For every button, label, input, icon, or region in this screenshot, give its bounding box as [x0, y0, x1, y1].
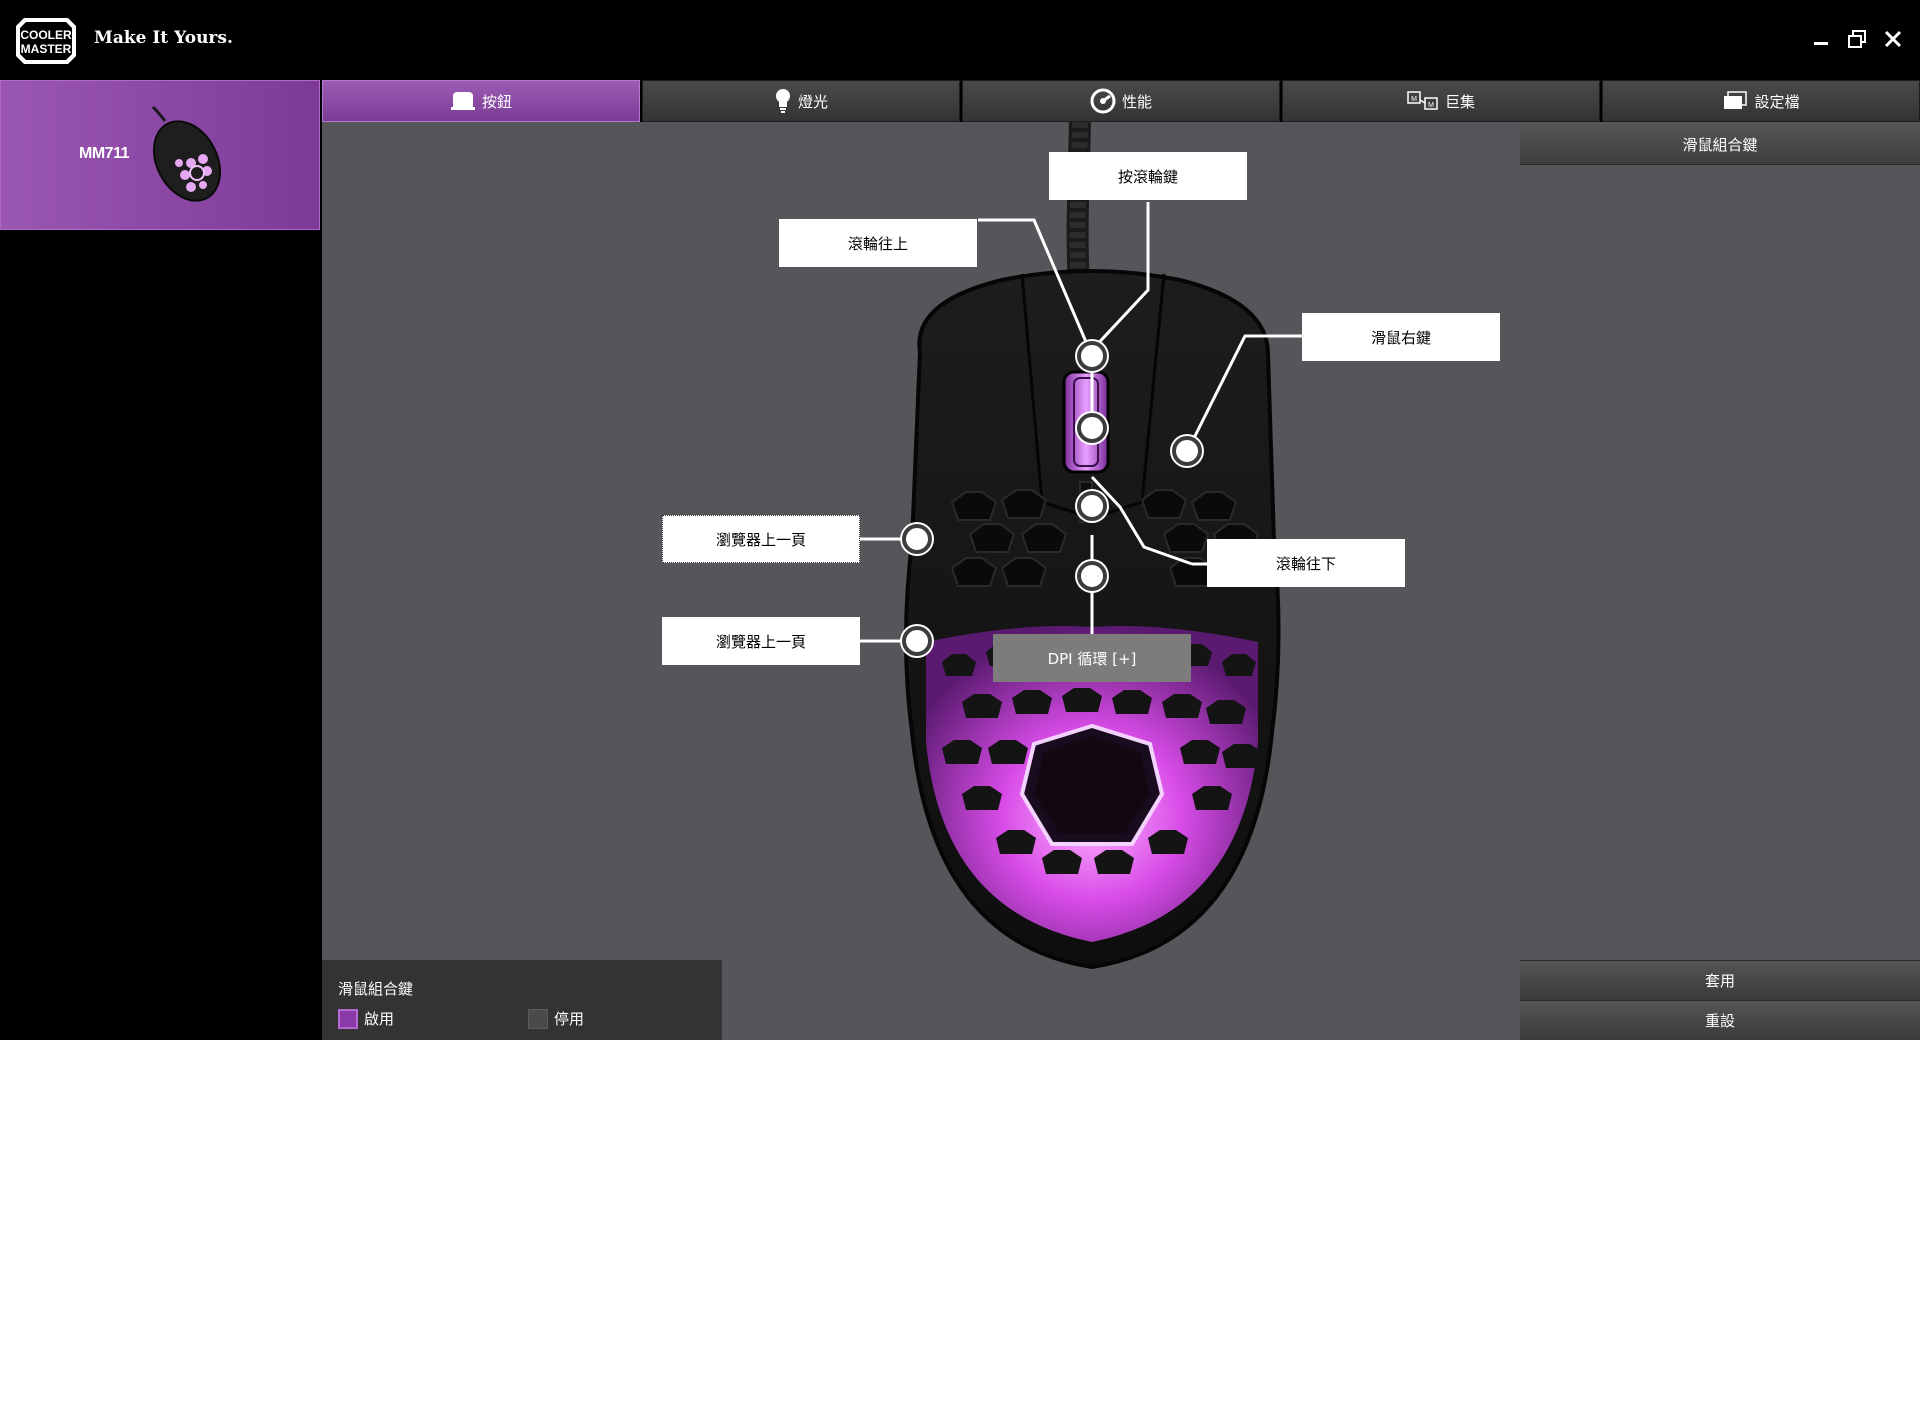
tab-profile[interactable]: 設定檔: [1602, 80, 1920, 122]
slogan: Make It Yours.: [94, 28, 233, 48]
tab-label: 設定檔: [1754, 92, 1800, 111]
enable-checkbox[interactable]: [338, 1008, 358, 1029]
macro-icon: M M: [1407, 91, 1438, 110]
tab-buttons[interactable]: 按鈕: [322, 80, 640, 122]
mouse-thumbnail: [141, 101, 231, 211]
cooler-master-logo: COOLER MASTER: [14, 16, 78, 66]
device-sidebar: MM711: [0, 80, 320, 1040]
svg-text:MASTER: MASTER: [21, 42, 72, 56]
svg-text:COOLER: COOLER: [20, 28, 72, 42]
browser-back-callout-1[interactable]: 瀏覽器上一頁: [662, 515, 860, 563]
enable-label: 啟用: [364, 1010, 395, 1028]
wheel-down-callout[interactable]: 滾輪往下: [1207, 539, 1405, 587]
title-bar: COOLER MASTER Make It Yours.: [0, 0, 1920, 80]
right-button-callout[interactable]: 滑鼠右鍵: [1302, 313, 1500, 361]
browser-back-callout-2[interactable]: 瀏覽器上一頁: [662, 617, 860, 665]
right-button-hotspot[interactable]: [1172, 436, 1202, 466]
performance-icon: [1090, 88, 1116, 114]
wheel-up-callout[interactable]: 滾輪往上: [779, 219, 977, 267]
app-window: COOLER MASTER Make It Yours. MM711 按鈕 燈光…: [0, 0, 1920, 1040]
tab-lighting[interactable]: 燈光: [642, 80, 960, 122]
apply-button[interactable]: 套用: [1520, 960, 1920, 1000]
tab-label: 性能: [1121, 92, 1152, 111]
lightbulb-icon: [775, 89, 790, 113]
minimize-icon[interactable]: [1810, 28, 1832, 50]
profile-icon: [1724, 91, 1748, 109]
disable-label: 停用: [554, 1010, 585, 1028]
tab-label: 燈光: [797, 92, 828, 111]
close-icon[interactable]: [1882, 28, 1904, 50]
tab-performance[interactable]: 性能: [962, 80, 1280, 122]
tab-label: 按鈕: [481, 92, 512, 111]
wheel-up-hotspot[interactable]: [1077, 341, 1107, 371]
disable-checkbox[interactable]: [528, 1008, 548, 1029]
tab-bar: 按鈕 燈光 性能 M M 巨集 設定檔: [322, 80, 1920, 122]
mouse-combo-header[interactable]: 滑鼠組合鍵: [1520, 125, 1920, 165]
right-panel: 滑鼠組合鍵 套用 重設: [1520, 122, 1920, 1040]
dpi-cycle-hotspot[interactable]: [1077, 561, 1107, 591]
mouse-button-icon: [450, 92, 475, 110]
disable-option[interactable]: 停用: [528, 1008, 584, 1029]
wheel-click-callout[interactable]: 按滾輪鍵: [1049, 152, 1247, 200]
svg-text:M: M: [1411, 96, 1417, 103]
combo-toggle-title: 滑鼠組合鍵: [338, 980, 414, 998]
device-card-mm711[interactable]: MM711: [0, 80, 320, 230]
reset-button[interactable]: 重設: [1520, 1000, 1920, 1040]
wheel-down-hotspot[interactable]: [1077, 491, 1107, 521]
svg-text:M: M: [1428, 102, 1434, 109]
tab-macro[interactable]: M M 巨集: [1282, 80, 1600, 122]
restore-icon[interactable]: [1846, 28, 1868, 50]
combo-toggle-panel: 滑鼠組合鍵 啟用 停用: [322, 960, 722, 1040]
browser-back-hotspot-1[interactable]: [902, 524, 932, 554]
dpi-cycle-callout[interactable]: DPI 循環 [+]: [993, 634, 1191, 682]
enable-option[interactable]: 啟用: [338, 1008, 394, 1029]
wheel-click-hotspot[interactable]: [1077, 413, 1107, 443]
tab-label: 巨集: [1444, 92, 1475, 111]
browser-back-hotspot-2[interactable]: [902, 626, 932, 656]
device-name: MM711: [79, 145, 129, 162]
